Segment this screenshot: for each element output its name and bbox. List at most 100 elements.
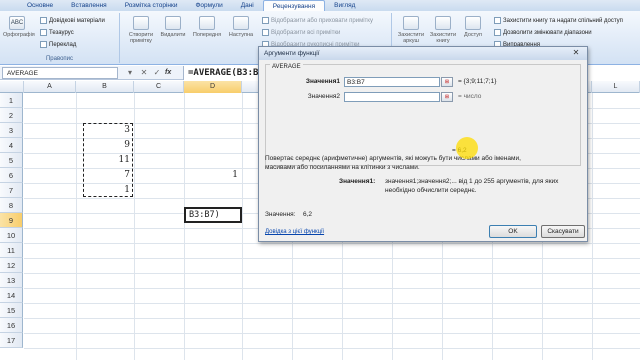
cell-b5[interactable]: 11 xyxy=(70,155,130,165)
row-header-17[interactable]: 17 xyxy=(0,333,23,348)
row-header-14[interactable]: 14 xyxy=(0,288,23,303)
show-hide-comment-label: Відобразити або приховати примітку xyxy=(271,17,373,24)
function-help-link[interactable]: Довідка з цієї функції xyxy=(265,229,324,235)
tab-review[interactable]: Рецензування xyxy=(262,0,326,11)
protect-sheet-button[interactable]: Захистити аркуш xyxy=(396,16,426,44)
translate-button[interactable]: Переклад xyxy=(40,41,76,48)
arg2-input[interactable] xyxy=(344,92,440,102)
tab-view[interactable]: Вигляд xyxy=(325,0,364,11)
dialog-title: Аргументи функції xyxy=(259,47,587,60)
select-all-corner[interactable] xyxy=(0,81,24,93)
cursor-highlight xyxy=(456,137,478,159)
name-box-dropdown-icon[interactable]: ▾ xyxy=(124,67,136,79)
grid-line xyxy=(24,273,640,274)
arg2-collapse-icon[interactable]: ⊞ xyxy=(441,92,453,102)
column-header-d[interactable]: D xyxy=(184,81,242,93)
row-header-12[interactable]: 12 xyxy=(0,258,23,273)
grid-line xyxy=(24,318,640,319)
grid-line xyxy=(134,93,135,360)
ribbon-tabs: Основне Вставлення Розмітка сторінки Фор… xyxy=(0,0,640,11)
next-comment-label: Наступна xyxy=(228,32,254,38)
cell-b4[interactable]: 9 xyxy=(70,140,130,150)
delete-comment-button[interactable]: Видалити xyxy=(158,16,188,38)
row-header-2[interactable]: 2 xyxy=(0,108,23,123)
research-icon xyxy=(40,17,47,24)
row-header-15[interactable]: 15 xyxy=(0,303,23,318)
cell-b6[interactable]: 7 xyxy=(70,170,130,180)
arg1-result: = {3;9;11;7;1} xyxy=(458,78,497,85)
arg1-label: Значення1 xyxy=(305,78,340,85)
name-box[interactable]: AVERAGE xyxy=(2,67,118,79)
row-header-3[interactable]: 3 xyxy=(0,123,23,138)
arg1-input[interactable]: B3:B7 xyxy=(344,77,440,87)
grid-line xyxy=(184,93,185,360)
spelling-button[interactable]: ABC Орфографія xyxy=(3,16,35,38)
tab-data[interactable]: Дані xyxy=(232,0,263,11)
show-all-comments-button[interactable]: Відобразити всі примітки xyxy=(262,29,340,36)
column-header-l[interactable]: L xyxy=(592,81,640,93)
delete-comment-icon xyxy=(165,16,181,30)
share-book-button[interactable]: Доступ xyxy=(458,16,488,38)
enter-formula-button[interactable]: ✓ xyxy=(151,67,163,79)
new-comment-icon xyxy=(133,16,149,30)
share-book-label: Доступ xyxy=(464,32,482,38)
translate-label: Переклад xyxy=(49,41,77,48)
allow-edit-ranges-icon xyxy=(494,29,501,36)
next-comment-icon xyxy=(233,16,249,30)
row-header-5[interactable]: 5 xyxy=(0,153,23,168)
row-header-4[interactable]: 4 xyxy=(0,138,23,153)
grid-line xyxy=(24,348,640,349)
row-header-9[interactable]: 9 xyxy=(0,213,23,228)
function-name: AVERAGE xyxy=(270,64,303,70)
cancel-formula-button[interactable]: ✕ xyxy=(138,67,150,79)
proofing-group-label: Правопис xyxy=(45,56,74,62)
column-header-c[interactable]: C xyxy=(134,81,184,93)
protect-book-button[interactable]: Захистити книгу xyxy=(428,16,458,44)
thesaurus-button[interactable]: Тезаурус xyxy=(40,29,74,36)
protect-sheet-label: Захистити аркуш xyxy=(397,32,425,44)
share-book-icon xyxy=(465,16,481,30)
column-header-b[interactable]: B xyxy=(76,81,134,93)
show-all-comments-label: Відобразити всі примітки xyxy=(271,29,341,36)
next-comment-button[interactable]: Наступна xyxy=(226,16,256,38)
protect-share-button[interactable]: Захистити книгу та надати спільний досту… xyxy=(494,17,623,24)
new-comment-label: Створити примітку xyxy=(128,32,154,44)
active-cell-d9[interactable]: B3:B7) xyxy=(184,207,242,223)
row-header-10[interactable]: 10 xyxy=(0,228,23,243)
row-header-13[interactable]: 13 xyxy=(0,273,23,288)
row-header-11[interactable]: 11 xyxy=(0,243,23,258)
tab-page-layout[interactable]: Розмітка сторінки xyxy=(116,0,187,11)
cell-b7[interactable]: 1 xyxy=(70,185,130,195)
thesaurus-icon xyxy=(40,29,47,36)
new-comment-button[interactable]: Створити примітку xyxy=(126,16,156,44)
cancel-button[interactable]: Скасувати xyxy=(541,225,585,238)
previous-comment-button[interactable]: Попередня xyxy=(192,16,222,38)
cell-d6[interactable]: 1 xyxy=(178,170,238,180)
row-header-7[interactable]: 7 xyxy=(0,183,23,198)
value-label: Значення: xyxy=(265,211,296,218)
insert-function-button[interactable]: fx xyxy=(165,67,179,79)
tab-home[interactable]: Основне xyxy=(18,0,62,11)
previous-comment-icon xyxy=(199,16,215,30)
arg-help-label: Значення1: xyxy=(339,178,376,185)
dialog-close-button[interactable]: ✕ xyxy=(568,49,584,58)
show-hide-comment-icon xyxy=(262,17,269,24)
tab-insert[interactable]: Вставлення xyxy=(62,0,116,11)
delete-comment-label: Видалити xyxy=(160,32,186,38)
column-header-a[interactable]: A xyxy=(24,81,76,93)
allow-edit-ranges-label: Дозволити змінювати діапазони xyxy=(503,29,592,36)
row-header-6[interactable]: 6 xyxy=(0,168,23,183)
tab-formulas[interactable]: Формули xyxy=(186,0,231,11)
function-group: AVERAGE Значення1 B3:B7 ⊞ = {3;9;11;7;1}… xyxy=(265,64,581,166)
research-button[interactable]: Довідкові матеріали xyxy=(40,17,105,24)
grid-line xyxy=(24,333,640,334)
protect-book-icon xyxy=(435,16,451,30)
row-header-8[interactable]: 8 xyxy=(0,198,23,213)
ok-button[interactable]: OK xyxy=(489,225,537,238)
allow-edit-ranges-button[interactable]: Дозволити змінювати діапазони xyxy=(494,29,592,36)
arg1-collapse-icon[interactable]: ⊞ xyxy=(441,77,453,87)
cell-b3[interactable]: 3 xyxy=(70,125,130,135)
show-hide-comment-button[interactable]: Відобразити або приховати примітку xyxy=(262,17,373,24)
row-header-1[interactable]: 1 xyxy=(0,93,23,108)
row-header-16[interactable]: 16 xyxy=(0,318,23,333)
